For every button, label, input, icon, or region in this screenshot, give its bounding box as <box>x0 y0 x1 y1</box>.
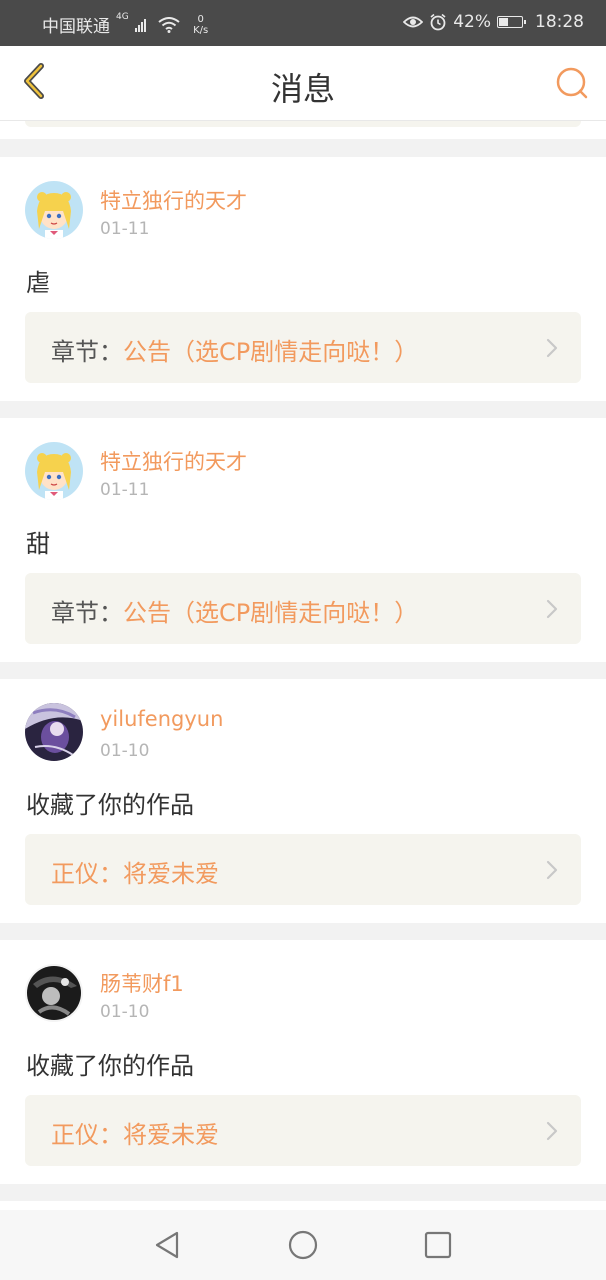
message-text: 虐 <box>26 269 50 297</box>
work-reference[interactable]: 正仪：将爱未爱 <box>25 1095 581 1166</box>
chevron-right-icon <box>546 599 558 619</box>
message-card[interactable]: 特立独行的天才 01-11 虐 章节：公告（选CP剧情走向哒！） <box>0 157 606 401</box>
ref-prefix: 章节： <box>51 599 123 627</box>
network-label: 4G <box>116 12 129 22</box>
ref-prefix: 章节： <box>51 338 123 366</box>
carrier-label: 中国联通 <box>42 17 110 37</box>
triangle-back-icon[interactable] <box>151 1228 185 1262</box>
alarm-icon <box>430 13 446 31</box>
work-title: 正仪：将爱未爱 <box>51 860 219 888</box>
work-reference[interactable]: 正仪：将爱未爱 <box>25 834 581 905</box>
search-icon[interactable] <box>552 63 592 103</box>
message-card[interactable]: yilufengyun 01-10 收藏了你的作品 正仪：将爱未爱 <box>0 679 606 923</box>
username[interactable]: yilufengyun <box>100 707 223 731</box>
eye-icon <box>403 16 424 28</box>
net-speed: 0 K/s <box>193 13 209 36</box>
wifi-icon <box>158 16 180 33</box>
ref-title: 公告（选CP剧情走向哒！） <box>123 599 419 627</box>
message-card[interactable]: 特立独行的天才 01-11 甜 章节：公告（选CP剧情走向哒！） <box>0 418 606 662</box>
message-text: 收藏了你的作品 <box>26 1052 194 1080</box>
avatar[interactable] <box>25 181 83 239</box>
message-card[interactable]: 肠苇财f1 01-10 收藏了你的作品 正仪：将爱未爱 <box>0 940 606 1184</box>
ref-title: 公告（选CP剧情走向哒！） <box>123 338 419 366</box>
username[interactable]: 特立独行的天才 <box>100 185 247 215</box>
status-bar: 中国联通 4G 0 K/s 42% 18:28 <box>0 0 606 46</box>
previous-message-sliver <box>0 121 606 139</box>
work-title: 正仪：将爱未爱 <box>51 1121 219 1149</box>
avatar[interactable] <box>25 964 83 1022</box>
clock-time: 18:28 <box>535 12 584 32</box>
chapter-reference[interactable]: 章节：公告（选CP剧情走向哒！） <box>25 312 581 383</box>
signal-icon <box>134 18 146 32</box>
app-header: 消息 <box>0 46 606 121</box>
chapter-reference[interactable]: 章节：公告（选CP剧情走向哒！） <box>25 573 581 644</box>
circle-home-icon[interactable] <box>286 1228 320 1262</box>
chevron-right-icon <box>546 338 558 358</box>
message-date: 01-11 <box>100 480 150 500</box>
chevron-right-icon <box>546 860 558 880</box>
next-message-sliver <box>0 1201 606 1210</box>
avatar[interactable] <box>25 703 83 761</box>
page-title: 消息 <box>270 70 335 108</box>
username[interactable]: 肠苇财f1 <box>100 968 184 998</box>
username[interactable]: 特立独行的天才 <box>100 446 247 476</box>
battery-percent: 42% <box>453 12 491 32</box>
square-recents-icon[interactable] <box>421 1228 455 1262</box>
message-text: 甜 <box>26 530 50 558</box>
message-date: 01-11 <box>100 219 150 239</box>
battery-icon <box>497 16 526 28</box>
message-date: 01-10 <box>100 741 150 761</box>
message-date: 01-10 <box>100 1002 150 1022</box>
system-nav-bar <box>0 1210 606 1280</box>
message-text: 收藏了你的作品 <box>26 791 194 819</box>
avatar[interactable] <box>25 442 83 500</box>
chevron-right-icon <box>546 1121 558 1141</box>
